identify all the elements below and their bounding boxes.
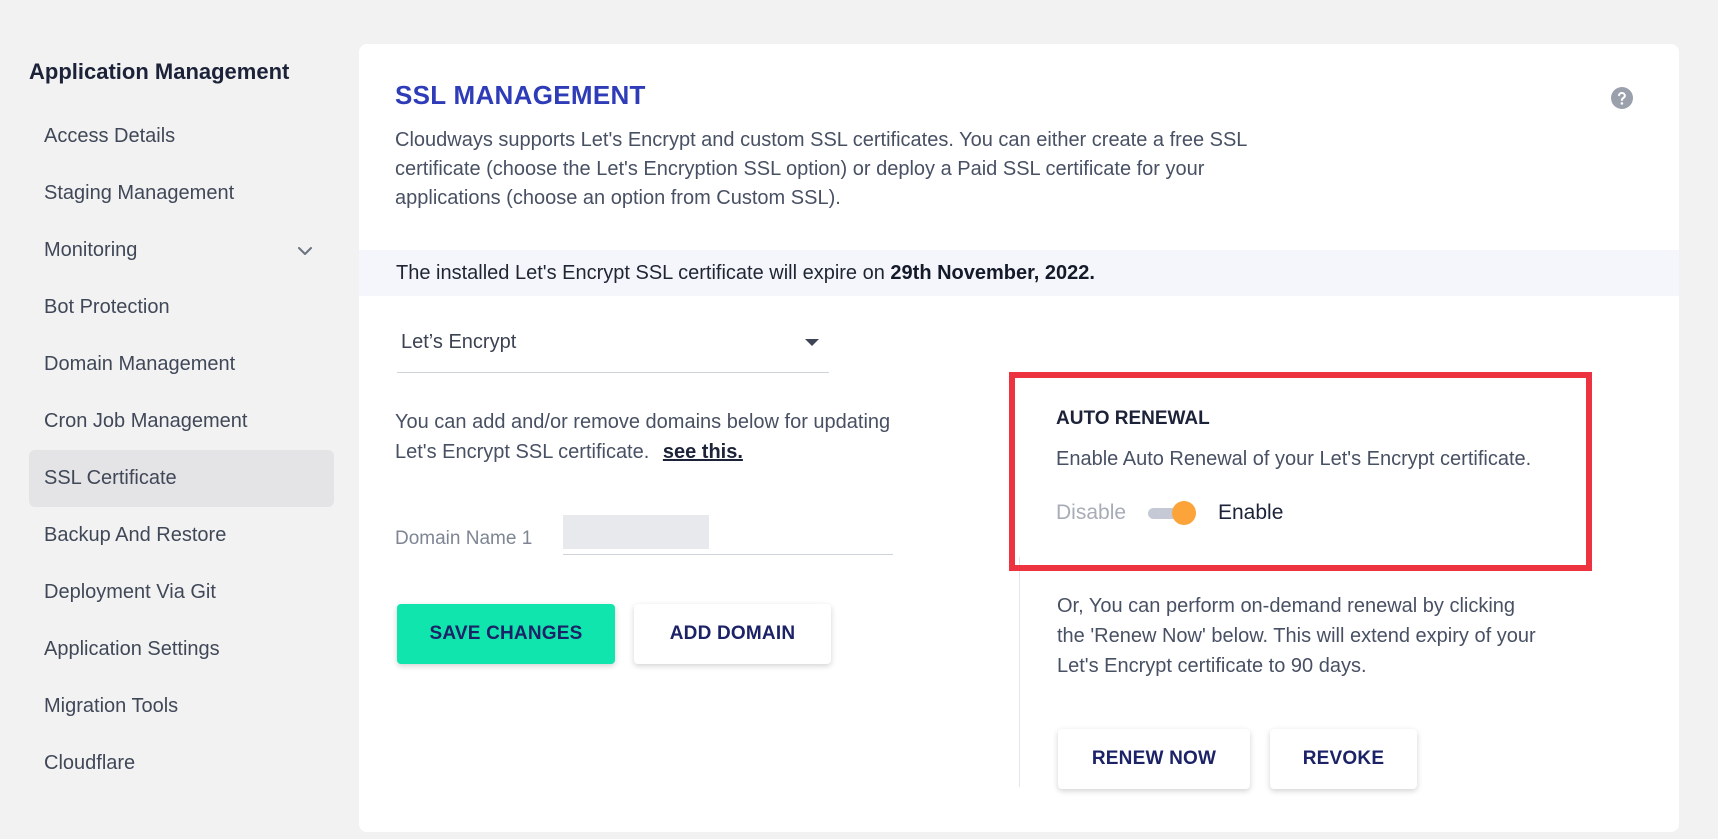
ssl-description: Cloudways supports Let's Encrypt and cus… — [395, 129, 1247, 209]
sidebar-item-ssl-certificate[interactable]: SSL Certificate — [29, 450, 334, 507]
expiry-notice: The installed Let's Encrypt SSL certific… — [359, 250, 1679, 296]
expiry-text: The installed Let's Encrypt SSL certific… — [396, 262, 891, 284]
redacted-domain-value — [563, 515, 709, 549]
disable-label: Disable — [1056, 501, 1127, 524]
auto-renewal-panel: AUTO RENEWAL Enable Auto Renewal of your… — [1009, 372, 1592, 571]
auto-renewal-title: AUTO RENEWAL — [1056, 408, 1210, 429]
domains-note-text: You can add and/or remove domains below … — [395, 411, 891, 463]
page-title: SSL MANAGEMENT — [395, 80, 646, 110]
expiry-date: 29th November, 2022. — [890, 262, 1095, 284]
sidebar-item-backup-and-restore[interactable]: Backup And Restore — [29, 507, 334, 564]
see-this-link[interactable]: see this. — [663, 441, 743, 463]
sidebar-item-monitoring[interactable]: Monitoring — [29, 222, 334, 279]
sidebar-item-domain-management[interactable]: Domain Management — [29, 336, 334, 393]
renew-note: Or, You can perform on-demand renewal by… — [1057, 595, 1536, 677]
ssl-type-select[interactable]: Let’s Encrypt — [397, 317, 829, 373]
ssl-management-card: SSL MANAGEMENT Cloudways supports Let's … — [359, 44, 1679, 832]
sidebar-item-staging-management[interactable]: Staging Management — [29, 165, 334, 222]
auto-renewal-toggle-row: Disable Enable — [1056, 498, 1456, 528]
chevron-down-icon[interactable] — [296, 242, 314, 260]
auto-renewal-toggle[interactable] — [1148, 501, 1196, 525]
sidebar-title: Application Management — [29, 59, 290, 84]
domain-name-input[interactable] — [563, 515, 893, 555]
renew-now-button[interactable]: RENEW NOW — [1058, 729, 1250, 789]
auto-renewal-description: Enable Auto Renewal of your Let's Encryp… — [1056, 448, 1532, 470]
sidebar-item-access-details[interactable]: Access Details — [29, 108, 334, 165]
sidebar-item-cloudflare[interactable]: Cloudflare — [29, 735, 334, 792]
save-changes-button[interactable]: SAVE CHANGES — [397, 604, 615, 664]
column-divider — [1019, 557, 1020, 787]
sidebar-item-bot-protection[interactable]: Bot Protection — [29, 279, 334, 336]
caret-down-icon — [805, 339, 819, 346]
sidebar-item-cron-job-management[interactable]: Cron Job Management — [29, 393, 334, 450]
question-circle-icon[interactable] — [1610, 86, 1634, 110]
domain-name-label: Domain Name 1 — [395, 528, 533, 549]
enable-label: Enable — [1218, 501, 1284, 524]
sidebar-item-migration-tools[interactable]: Migration Tools — [29, 678, 334, 735]
sidebar-item-deployment-via-git[interactable]: Deployment Via Git — [29, 564, 334, 621]
sidebar: Application Management Access Details St… — [29, 52, 334, 792]
sidebar-item-application-settings[interactable]: Application Settings — [29, 621, 334, 678]
toggle-knob — [1172, 501, 1196, 525]
add-domain-button[interactable]: ADD DOMAIN — [634, 604, 831, 664]
ssl-type-select-value: Let’s Encrypt — [401, 331, 517, 353]
revoke-button[interactable]: REVOKE — [1270, 729, 1417, 789]
domains-note: You can add and/or remove domains below … — [395, 407, 935, 467]
sidebar-item-label: Monitoring — [44, 239, 138, 261]
